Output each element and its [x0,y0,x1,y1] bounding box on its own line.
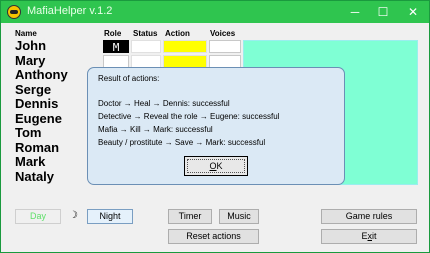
minimize-button[interactable]: ─ [341,3,369,21]
exit-button[interactable]: Exit [321,229,417,244]
result-dialog: Result of actions: Doctor → Heal → Denni… [87,67,345,185]
main-content: Name Role Status Action Voices John M Mary… [1,23,429,252]
action-cell[interactable] [163,54,207,68]
header-voices: Voices [210,29,236,38]
timer-button[interactable]: Timer [168,209,212,224]
music-button[interactable]: Music [219,209,259,224]
ok-button[interactable]: OK [184,156,248,176]
action-cell[interactable] [163,40,207,53]
header-role: Role [104,29,122,38]
close-button[interactable]: ✕ [399,3,427,21]
player-name: Dennis [15,96,59,111]
moon-icon: ☽ [69,210,78,221]
result-line: Beauty / prostitute → Save → Mark: succe… [98,138,266,147]
player-name: Eugene [15,110,62,126]
player-name: Tom [15,125,42,140]
player-name: John [15,38,47,53]
voices-cell[interactable] [209,40,241,53]
app-window: MafiaHelper v.1.2 ─ ☐ ✕ Name Role Status… [0,0,430,253]
day-button[interactable]: Day [15,209,61,224]
player-name: Mary [15,52,46,68]
reset-actions-button[interactable]: Reset actions [168,229,259,244]
player-name: Mark [15,154,46,169]
role-cell[interactable]: M [103,40,129,54]
player-name: Nataly [15,168,55,184]
mafia-logo-icon [7,5,21,19]
status-cell[interactable] [131,54,161,68]
title-bar[interactable]: MafiaHelper v.1.2 ─ ☐ ✕ [1,1,429,23]
voices-cell[interactable] [209,54,241,68]
role-cell[interactable] [103,54,129,68]
player-name: Roman [15,139,60,155]
window-title: MafiaHelper v.1.2 [27,5,113,17]
result-line: Doctor → Heal → Dennis: successful [98,99,230,108]
header-name: Name [15,29,37,38]
game-rules-button[interactable]: Game rules [321,209,417,224]
maximize-button[interactable]: ☐ [369,3,397,21]
header-action: Action [165,29,190,38]
night-button[interactable]: Night [87,209,133,224]
header-status: Status [133,29,158,38]
result-line: Detective → Reveal the role → Eugene: su… [98,112,280,121]
result-line: Mafia → Kill → Mark: successful [98,125,213,134]
status-cell[interactable] [131,40,161,53]
player-name: Serge [15,81,52,97]
player-name: Anthony [15,67,68,82]
dialog-title: Result of actions: [98,74,160,83]
